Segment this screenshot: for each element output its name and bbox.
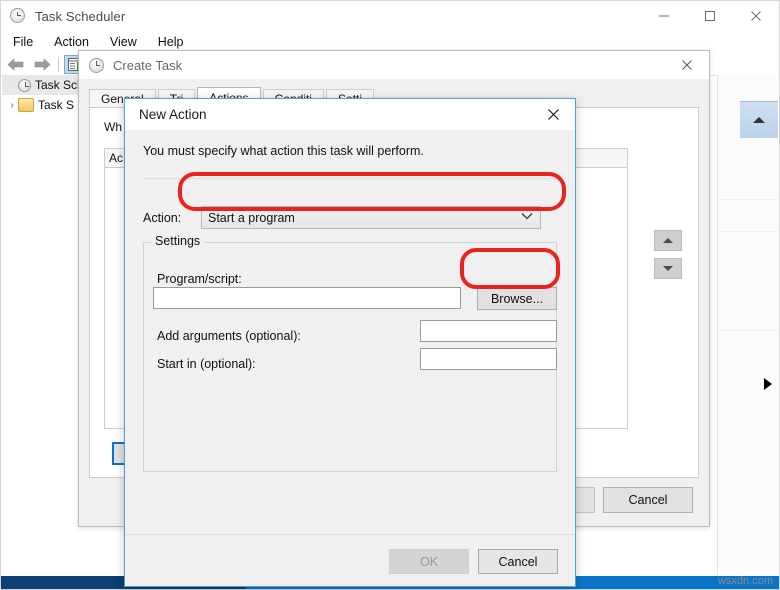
tree-expander[interactable]: › <box>6 100 18 111</box>
action-row: Action: Start a program <box>143 206 541 229</box>
menu-help[interactable]: Help <box>149 33 193 51</box>
maximize-icon[interactable] <box>687 1 733 31</box>
back-arrow-icon[interactable] <box>5 55 27 73</box>
expand-triangle-icon[interactable] <box>764 378 772 390</box>
close-icon[interactable] <box>665 51 709 79</box>
menu-view[interactable]: View <box>101 33 146 51</box>
browse-button[interactable]: Browse... <box>477 287 557 310</box>
window-controls <box>641 1 779 31</box>
action-dropdown-value: Start a program <box>208 210 295 225</box>
toolbar-separator <box>58 56 59 72</box>
create-task-titlebar: Create Task <box>79 51 709 79</box>
arrow-up-icon[interactable] <box>654 230 682 251</box>
menu-file[interactable]: File <box>4 33 42 51</box>
actions-pane <box>717 75 778 575</box>
add-arguments-input[interactable] <box>420 320 557 342</box>
close-icon[interactable] <box>531 99 575 130</box>
new-action-ok-button[interactable]: OK <box>389 549 469 574</box>
clock-icon <box>89 57 104 73</box>
menu-action[interactable]: Action <box>45 33 98 51</box>
program-script-input[interactable] <box>153 287 461 309</box>
main-window-title: Task Scheduler <box>35 8 126 24</box>
start-in-input[interactable] <box>420 348 557 370</box>
settings-group-label: Settings <box>151 234 205 248</box>
clock-icon <box>18 78 31 92</box>
new-action-body: You must specify what action this task w… <box>125 130 575 586</box>
actions-description: Wh <box>104 120 122 134</box>
start-in-label: Start in (optional): <box>157 357 256 371</box>
scrollbar-up-button[interactable] <box>740 101 778 138</box>
add-arguments-label: Add arguments (optional): <box>157 329 301 343</box>
new-action-titlebar: New Action <box>125 99 575 130</box>
program-script-label: Program/script: <box>157 272 242 286</box>
close-icon[interactable] <box>733 1 779 31</box>
arrow-down-icon[interactable] <box>654 258 682 279</box>
footer-divider <box>125 534 575 535</box>
create-task-title: Create Task <box>113 57 183 73</box>
watermark: wsxdn.com <box>717 575 773 587</box>
chevron-down-icon[interactable] <box>521 212 533 223</box>
new-action-cancel-button[interactable]: Cancel <box>478 549 558 574</box>
tree-item-label: Task S <box>38 98 75 112</box>
folder-icon <box>18 98 34 112</box>
screenshot-root: Task Scheduler File Action View Help Tas… <box>0 0 780 590</box>
new-action-instruction: You must specify what action this task w… <box>143 144 424 158</box>
create-task-cancel-button[interactable]: Cancel <box>603 487 693 513</box>
forward-arrow-icon[interactable] <box>31 55 53 73</box>
divider <box>142 178 558 179</box>
action-dropdown[interactable]: Start a program <box>201 206 541 229</box>
minimize-icon[interactable] <box>641 1 687 31</box>
main-titlebar: Task Scheduler <box>1 1 779 31</box>
action-label: Action: <box>143 210 182 225</box>
new-action-dialog: New Action You must specify what action … <box>124 98 576 587</box>
new-action-title: New Action <box>139 107 207 122</box>
task-scheduler-icon <box>10 8 26 24</box>
